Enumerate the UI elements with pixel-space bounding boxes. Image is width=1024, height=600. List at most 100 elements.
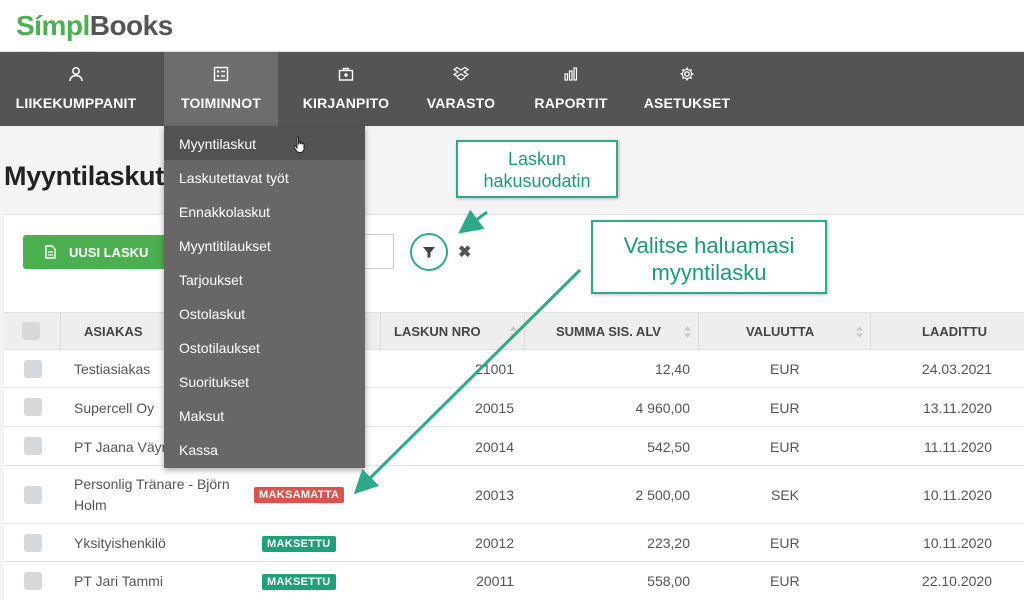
column-separator — [380, 313, 381, 351]
simplbooks-logo[interactable]: SímplBooks — [16, 10, 173, 42]
filter-icon — [423, 247, 435, 258]
page-title: Myyntilaskut — [4, 161, 164, 191]
header-customer[interactable]: ASIAKAS — [84, 324, 143, 339]
row-invoice-no: 21001 — [475, 361, 514, 377]
column-separator — [698, 313, 699, 351]
menu-item-tarjoukset[interactable]: Tarjoukset — [164, 262, 365, 296]
toiminnot-dropdown-menu: Myyntilaskut Laskutettavat työt Ennakkol… — [164, 126, 365, 468]
row-sum: 558,00 — [647, 573, 690, 589]
bar-chart-icon — [564, 67, 578, 81]
menu-item-label: Kassa — [179, 442, 218, 458]
row-currency: EUR — [770, 400, 800, 416]
nav-label: TOIMINNOT — [180, 95, 262, 111]
menu-item-kassa[interactable]: Kassa — [164, 432, 365, 466]
header-created[interactable]: LAADITTU — [922, 324, 987, 339]
header-currency[interactable]: VALUUTTA — [746, 324, 814, 339]
boxes-icon — [453, 66, 469, 81]
new-invoice-label: UUSI LASKU — [69, 245, 149, 260]
menu-item-label: Ostotilaukset — [179, 340, 260, 356]
menu-item-ostotilaukset[interactable]: Ostotilaukset — [164, 330, 365, 364]
menu-item-ostolaskut[interactable]: Ostolaskut — [164, 296, 365, 330]
nav-item-kirjanpito[interactable]: KIRJANPITO — [290, 52, 402, 126]
menu-item-maksut[interactable]: Maksut — [164, 398, 365, 432]
sort-icon[interactable] — [684, 326, 691, 338]
nav-label: ASETUKSET — [643, 95, 731, 111]
callout-select-invoice: Valitse haluamasi myyntilasku — [591, 220, 827, 294]
row-created: 13.11.2020 — [922, 400, 992, 416]
row-created: 22.10.2020 — [921, 573, 992, 589]
row-sum: 2 500,00 — [635, 487, 691, 503]
row-created: 24.03.2021 — [921, 361, 992, 377]
logo-part2: Books — [89, 10, 174, 41]
menu-item-label: Laskutettavat työt — [179, 170, 289, 186]
row-checkbox[interactable] — [24, 572, 42, 590]
row-customer-line2: Holm — [74, 497, 107, 513]
menu-item-laskutettavat-tyot[interactable]: Laskutettavat työt — [164, 160, 365, 194]
row-created: 10.11.2020 — [922, 535, 992, 551]
menu-item-myyntitilaukset[interactable]: Myyntitilaukset — [164, 228, 365, 262]
nav-item-toiminnot[interactable]: TOIMINNOT — [164, 52, 278, 126]
logo-part1: Símpl — [16, 10, 90, 41]
list-icon — [213, 66, 229, 82]
select-all-checkbox[interactable] — [22, 322, 40, 340]
table-row[interactable]: PT Jari Tammi MAKSETTU 20011 558,00 EUR … — [4, 562, 1024, 600]
header-invoice-no[interactable]: LASKUN NRO — [394, 324, 481, 339]
row-currency: SEK — [771, 487, 800, 503]
row-customer: PT Jari Tammi — [74, 573, 163, 589]
row-checkbox[interactable] — [24, 398, 42, 416]
menu-item-ennakkolaskut[interactable]: Ennakkolaskut — [164, 194, 365, 228]
main-nav: LIIKEKUMPPANIT TOIMINNOT KIRJANPITO VARA… — [0, 52, 1024, 126]
row-customer: Yksityishenkilö — [74, 535, 166, 551]
callout-text: Laskun — [507, 149, 567, 169]
table-row[interactable]: Yksityishenkilö MAKSETTU 20012 223,20 EU… — [4, 524, 1024, 562]
row-sum: 12,40 — [654, 361, 690, 377]
menu-item-label: Tarjoukset — [179, 272, 243, 288]
row-checkbox[interactable] — [24, 360, 42, 378]
row-sum: 542,50 — [647, 439, 690, 455]
status-badge: MAKSETTU — [262, 574, 336, 590]
hand-cursor-icon — [293, 136, 305, 153]
column-separator — [870, 313, 871, 351]
sort-icon[interactable] — [510, 326, 517, 338]
row-sum: 4 960,00 — [635, 400, 691, 416]
menu-item-label: Ostolaskut — [179, 306, 246, 322]
table-row[interactable]: PT Jaana Väyry 20014 542,50 EUR 11.11.20… — [4, 427, 1024, 466]
row-currency: EUR — [770, 573, 800, 589]
nav-label: KIRJANPITO — [302, 95, 390, 111]
new-invoice-button[interactable]: UUSI LASKU — [23, 235, 171, 269]
row-customer-line1: Personlig Tränare - Björn — [74, 476, 230, 492]
table-row[interactable]: Personlig Tränare - Björn Holm MAKSAMATT… — [4, 466, 1024, 524]
row-currency: EUR — [770, 535, 800, 551]
nav-item-liikekumppanit[interactable]: LIIKEKUMPPANIT — [0, 52, 152, 126]
sort-icon[interactable] — [856, 326, 863, 338]
table-header: ASIAKAS LASKUN NRO SUMMA SIS. ALV VALUUT… — [4, 312, 1024, 351]
row-currency: EUR — [770, 361, 800, 377]
table-row[interactable]: Supercell Oy 20015 4 960,00 EUR 13.11.20… — [4, 388, 1024, 427]
nav-label: RAPORTIT — [534, 95, 608, 111]
gear-icon — [680, 67, 694, 81]
row-customer: Testiasiakas — [74, 361, 151, 377]
row-invoice-no: 20011 — [476, 573, 514, 589]
row-checkbox[interactable] — [24, 534, 42, 552]
row-checkbox[interactable] — [24, 437, 42, 455]
menu-item-label: Suoritukset — [179, 374, 250, 390]
status-badge: MAKSAMATTA — [254, 487, 345, 503]
menu-item-label: Ennakkolaskut — [179, 204, 271, 220]
clear-filter-icon[interactable]: ✖ — [458, 242, 471, 262]
callout-filter: Laskun hakusuodatin — [456, 140, 618, 198]
row-invoice-no: 20012 — [475, 535, 514, 551]
header-sum[interactable]: SUMMA SIS. ALV — [556, 324, 661, 339]
row-checkbox[interactable] — [24, 486, 42, 504]
column-separator — [60, 313, 61, 351]
menu-item-suoritukset[interactable]: Suoritukset — [164, 364, 365, 398]
table-row[interactable]: Testiasiakas 21001 12,40 EUR 24.03.2021 — [4, 350, 1024, 388]
nav-item-varasto[interactable]: VARASTO — [414, 52, 508, 126]
menu-item-myyntilaskut[interactable]: Myyntilaskut — [164, 126, 365, 160]
nav-item-raportit[interactable]: RAPORTIT — [524, 52, 618, 126]
top-bar: SímplBooks — [0, 0, 1024, 52]
filter-button[interactable] — [410, 233, 448, 271]
nav-item-asetukset[interactable]: ASETUKSET — [636, 52, 738, 126]
row-customer: PT Jaana Väyry — [74, 439, 174, 455]
callout-text: hakusuodatin — [483, 171, 591, 191]
briefcase-icon — [338, 67, 354, 81]
